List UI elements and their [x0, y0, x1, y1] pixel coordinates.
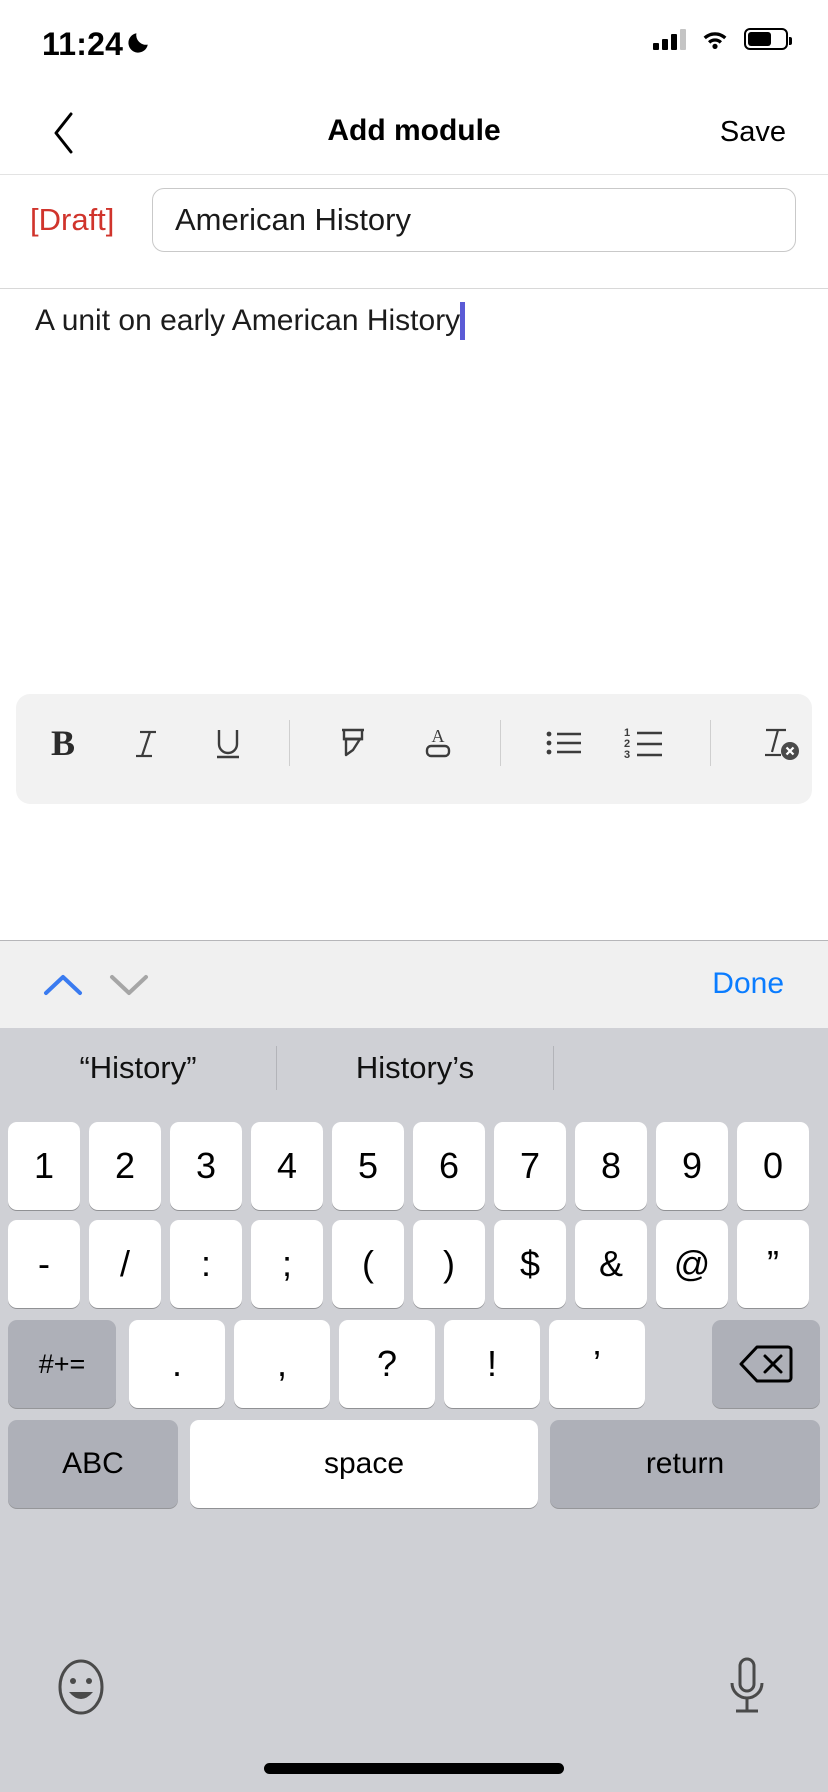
module-description-value: A unit on early American History [35, 304, 461, 337]
toolbar-divider-2 [499, 720, 501, 766]
bulleted-list-button[interactable] [535, 712, 595, 774]
module-description-editor[interactable]: A unit on early American History [35, 300, 735, 342]
rich-text-format-toolbar: B A 1 2 3 [16, 694, 812, 804]
next-field-button[interactable] [104, 963, 154, 1007]
module-title-value: American History [175, 202, 411, 237]
numbered-list-icon: 1 2 3 [624, 727, 662, 761]
text-color-icon: A [425, 726, 451, 758]
key-comma[interactable]: , [234, 1320, 330, 1408]
bold-button[interactable]: B [33, 712, 93, 774]
crescent-moon-icon [128, 33, 148, 53]
bulleted-list-icon [546, 731, 581, 755]
module-title-input[interactable]: American History [152, 188, 796, 252]
key-at[interactable]: @ [656, 1220, 728, 1308]
bold-glyph: B [50, 723, 75, 763]
prediction-item-2[interactable]: History’s [277, 1028, 553, 1108]
key-3[interactable]: 3 [170, 1122, 242, 1210]
text-color-button[interactable]: A [408, 712, 468, 774]
highlighter-button[interactable] [323, 712, 383, 774]
key-slash[interactable]: / [89, 1220, 161, 1308]
app-screen: 11:24 Add module Save [Draft] American H… [0, 0, 828, 1792]
delete-backspace-icon [739, 1345, 793, 1383]
symbols-toggle-key[interactable]: #+= [8, 1320, 116, 1408]
page-title: Add module [327, 114, 501, 147]
space-key[interactable]: space [190, 1420, 538, 1508]
home-indicator [264, 1763, 564, 1774]
key-ampersand[interactable]: & [575, 1220, 647, 1308]
status-bar: 11:24 [0, 0, 828, 92]
save-button[interactable]: Save [720, 116, 786, 149]
key-5[interactable]: 5 [332, 1122, 404, 1210]
highlighter-icon [342, 728, 365, 757]
key-hyphen[interactable]: - [8, 1220, 80, 1308]
status-bar-indicators [653, 28, 792, 50]
ol-num-3: 3 [624, 749, 630, 761]
key-quote[interactable]: ” [737, 1220, 809, 1308]
svg-text:A: A [431, 726, 444, 746]
emoji-smiley-icon [58, 1659, 104, 1715]
title-row-divider [0, 288, 828, 289]
keyboard-row-symbols: - / : ; ( ) $ & @ ” [0, 1210, 828, 1310]
wifi-icon [703, 32, 727, 49]
toolbar-divider-1 [288, 720, 290, 766]
key-colon[interactable]: : [170, 1220, 242, 1308]
chevron-down-icon [110, 975, 148, 995]
abc-key[interactable]: ABC [8, 1420, 178, 1508]
key-exclamation[interactable]: ! [444, 1320, 540, 1408]
predictive-text-bar: “History” History’s [0, 1028, 828, 1108]
return-key[interactable]: return [550, 1420, 820, 1508]
battery-icon [744, 28, 792, 50]
chevron-up-icon [44, 975, 82, 995]
key-7[interactable]: 7 [494, 1122, 566, 1210]
key-semicolon[interactable]: ; [251, 1220, 323, 1308]
key-dollar[interactable]: $ [494, 1220, 566, 1308]
text-caret [460, 302, 466, 340]
delete-key[interactable] [712, 1320, 820, 1408]
italic-icon [135, 730, 156, 758]
cellular-signal-icon [653, 28, 686, 50]
dictation-button[interactable] [724, 1654, 770, 1720]
toolbar-divider-3 [709, 720, 711, 766]
navigation-bar: Add module Save [0, 92, 828, 174]
underline-icon [217, 730, 240, 759]
previous-field-button[interactable] [38, 963, 88, 1007]
key-1[interactable]: 1 [8, 1122, 80, 1210]
italic-button[interactable] [116, 712, 176, 774]
key-6[interactable]: 6 [413, 1122, 485, 1210]
clear-formatting-button[interactable] [752, 712, 812, 774]
prediction-separator-2 [553, 1046, 554, 1090]
key-apostrophe[interactable]: ’ [549, 1320, 645, 1408]
status-bar-time: 11:24 [42, 26, 124, 62]
clear-formatting-icon [764, 728, 799, 760]
key-close-paren[interactable]: ) [413, 1220, 485, 1308]
keyboard-row-bottom: ABC space return [0, 1410, 828, 1518]
keyboard-row-punctuation: #+= . , ? ! ’ [0, 1310, 828, 1410]
draft-status-badge: [Draft] [30, 202, 115, 237]
key-8[interactable]: 8 [575, 1122, 647, 1210]
title-row: [Draft] American History [0, 188, 828, 260]
key-2[interactable]: 2 [89, 1122, 161, 1210]
key-9[interactable]: 9 [656, 1122, 728, 1210]
key-period[interactable]: . [129, 1320, 225, 1408]
keyboard-done-button[interactable]: Done [712, 967, 784, 1001]
underline-button[interactable] [198, 712, 258, 774]
emoji-keyboard-button[interactable] [52, 1656, 110, 1718]
keyboard-accessory-bar: Done [0, 940, 828, 1028]
key-4[interactable]: 4 [251, 1122, 323, 1210]
navbar-divider [0, 174, 828, 175]
keyboard-bottom-icon-row [0, 1638, 828, 1738]
prediction-item-1[interactable]: “History” [0, 1028, 276, 1108]
key-0[interactable]: 0 [737, 1122, 809, 1210]
microphone-icon [730, 1657, 764, 1713]
key-question[interactable]: ? [339, 1320, 435, 1408]
numbered-list-button[interactable]: 1 2 3 [616, 712, 676, 774]
key-open-paren[interactable]: ( [332, 1220, 404, 1308]
keyboard-row-numbers: 1 2 3 4 5 6 7 8 9 0 [0, 1108, 828, 1210]
